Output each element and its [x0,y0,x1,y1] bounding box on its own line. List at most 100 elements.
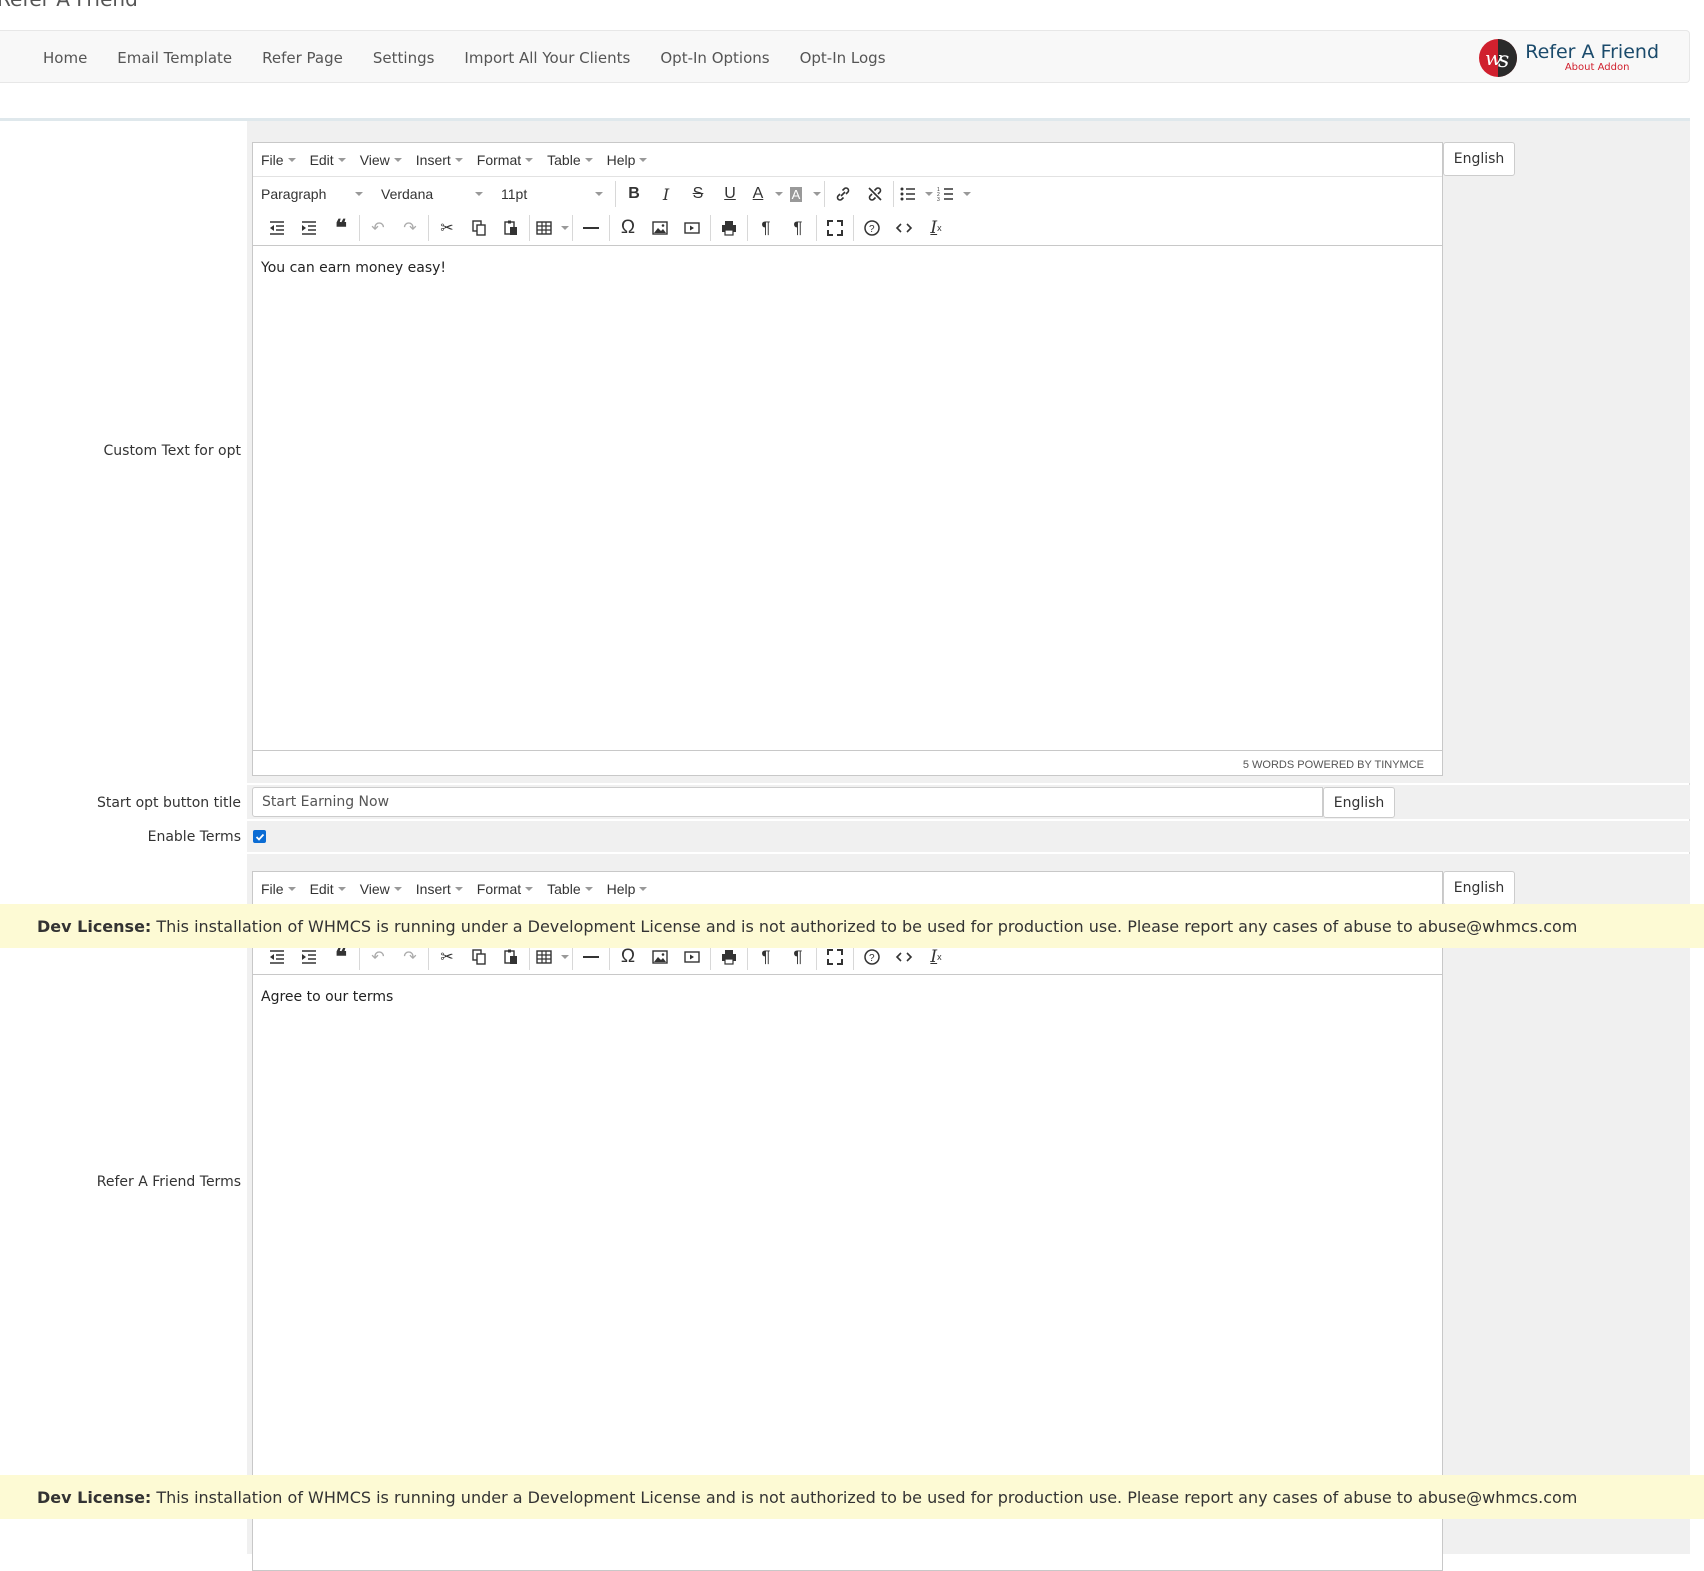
media-icon[interactable] [676,213,708,243]
dev-license-banner-footer: Dev License: This installation of WHMCS … [0,1475,1704,1519]
underline-icon[interactable]: U [714,179,746,209]
menu-table[interactable]: Table [547,152,593,168]
svg-text:3: 3 [937,197,940,203]
copy-icon[interactable] [463,213,495,243]
terms-menu-view[interactable]: View [360,881,402,897]
editor-menubar: File Edit View Insert Format Table Help [253,143,1442,177]
bold-icon[interactable]: B [618,179,650,209]
rtl-icon[interactable]: ¶ [782,213,814,243]
menu-file[interactable]: File [261,152,296,168]
banner-text-footer: This installation of WHMCS is running un… [156,1487,1578,1507]
menu-help[interactable]: Help [607,152,648,168]
table-icon[interactable] [532,213,556,243]
banner-label-footer: Dev License: [37,1487,152,1507]
custom-text-language-button[interactable]: English [1443,142,1515,176]
terms-menu-help[interactable]: Help [607,881,648,897]
bullet-list-caret[interactable] [920,179,934,209]
enable-terms-label: Enable Terms [147,829,241,845]
custom-text-label: Custom Text for opt [103,443,242,459]
terms-editor: File Edit View Insert Format Table Help [252,871,1443,1571]
editor-statusbar: 5 WORDS POWERED BY TINYMCE [253,750,1442,778]
terms-menu-file[interactable]: File [261,881,296,897]
settings-form: Custom Text for opt File Edit View Inser… [0,121,1690,1571]
table-caret[interactable] [556,213,570,243]
background-color-caret[interactable] [808,179,822,209]
nav-opt-in-options[interactable]: Opt-In Options [645,49,784,67]
dev-license-banner: Dev License: This installation of WHMCS … [0,904,1704,948]
nav-email-template[interactable]: Email Template [102,49,247,67]
special-character-icon[interactable]: Ω [612,213,644,243]
cut-icon[interactable]: ✂ [431,213,463,243]
text-color-caret[interactable] [770,179,784,209]
menu-view[interactable]: View [360,152,402,168]
terms-menu-table[interactable]: Table [547,881,593,897]
brand[interactable]: w s Refer A Friend About Addon [1478,38,1659,78]
paste-icon[interactable] [495,213,527,243]
terms-menu-edit[interactable]: Edit [310,881,346,897]
terms-label: Refer A Friend Terms [96,1174,241,1190]
custom-text-editor: File Edit View Insert Format Table Help … [252,142,1443,776]
custom-text-content[interactable]: You can earn money easy! [253,245,1442,750]
clear-formatting-icon[interactable]: Ix [920,213,952,243]
brand-logo-icon: w s [1479,39,1518,77]
editor-toolbar-2: ❝ ↶ ↷ ✂ Ω ¶ ¶ ? I x [253,211,1442,245]
nav-menu: Home Email Template Refer Page Settings … [28,31,901,84]
svg-text:?: ? [869,224,875,235]
horizontal-rule-icon[interactable] [575,213,607,243]
start-button-language-button[interactable]: English [1323,787,1395,818]
checkmark-icon [255,833,264,841]
strikethrough-icon[interactable]: S [682,179,714,209]
row-start-button: Start opt button title Start Earning Now… [0,785,1690,819]
editor-toolbar-1: Paragraph Verdana 11pt B I S U A A 1 2 3 [253,177,1442,211]
bullet-list-icon[interactable] [896,179,920,209]
text-color-icon[interactable]: A [746,179,770,209]
about-addon-link[interactable]: About Addon [1525,62,1659,74]
font-family-select[interactable]: Verdana [373,186,493,202]
blockquote-icon[interactable]: ❝ [325,213,357,243]
redo-icon[interactable]: ↷ [394,213,426,243]
menu-insert[interactable]: Insert [416,152,463,168]
menu-edit[interactable]: Edit [310,152,346,168]
terms-editor-menubar: File Edit View Insert Format Table Help [253,872,1442,906]
brand-title: Refer A Friend [1525,41,1659,63]
start-button-title-input[interactable]: Start Earning Now [252,787,1323,817]
unlink-icon[interactable] [859,179,891,209]
nav-opt-in-logs[interactable]: Opt-In Logs [785,49,901,67]
nav-import-clients[interactable]: Import All Your Clients [449,49,645,67]
image-icon[interactable] [644,213,676,243]
background-color-icon[interactable]: A [784,179,808,209]
top-navbar: Home Email Template Refer Page Settings … [0,30,1690,83]
page-title: Refer A Friend [0,0,138,11]
terms-menu-format[interactable]: Format [477,881,534,897]
row-custom-text: Custom Text for opt File Edit View Inser… [0,121,1690,783]
ltr-icon[interactable]: ¶ [750,213,782,243]
enable-terms-checkbox[interactable] [253,830,266,843]
terms-language-button[interactable]: English [1443,871,1515,905]
menu-format[interactable]: Format [477,152,534,168]
source-code-icon[interactable] [888,213,920,243]
italic-icon[interactable]: I [650,179,682,209]
nav-home[interactable]: Home [28,49,102,67]
banner-text: This installation of WHMCS is running un… [156,916,1578,936]
outdent-icon[interactable] [261,213,293,243]
banner-label: Dev License: [37,916,152,936]
indent-icon[interactable] [293,213,325,243]
font-size-select[interactable]: 11pt [493,186,613,202]
undo-icon[interactable]: ↶ [362,213,394,243]
svg-text:s: s [1498,48,1509,73]
print-icon[interactable] [713,213,745,243]
terms-menu-insert[interactable]: Insert [416,881,463,897]
numbered-list-caret[interactable] [958,179,972,209]
word-count: 5 WORDS POWERED BY TINYMCE [1242,758,1424,771]
help-icon[interactable]: ? [856,213,888,243]
fullscreen-icon[interactable] [819,213,851,243]
nav-settings[interactable]: Settings [358,49,450,67]
nav-refer-page[interactable]: Refer Page [247,49,358,67]
block-format-select[interactable]: Paragraph [261,186,373,202]
row-terms: Refer A Friend Terms File Edit View Inse… [0,854,1690,1571]
numbered-list-icon[interactable]: 123 [934,179,958,209]
link-icon[interactable] [827,179,859,209]
svg-text:?: ? [869,953,875,964]
terms-content[interactable]: Agree to our terms [253,974,1442,1534]
start-button-label: Start opt button title [96,795,241,811]
